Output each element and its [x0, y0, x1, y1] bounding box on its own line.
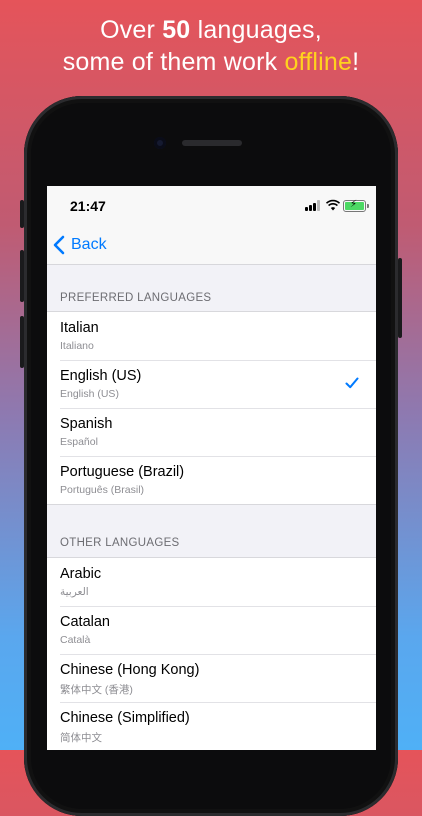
language-name: Italian	[60, 320, 99, 336]
language-name: Chinese (Simplified)	[60, 710, 190, 726]
language-row-chinese-simplified[interactable]: Chinese (Simplified) 简体中文	[47, 702, 376, 750]
language-name: Arabic	[60, 566, 102, 582]
language-row-chinese-hong-kong[interactable]: Chinese (Hong Kong) 繁体中文 (香港)	[47, 654, 376, 702]
language-name: Chinese (Hong Kong)	[60, 662, 200, 678]
wifi-icon	[326, 199, 340, 211]
status-time: 21:47	[70, 198, 106, 214]
language-row-portuguese-brazil[interactable]: Portuguese (Brazil) Português (Brasil)	[47, 456, 376, 504]
language-row-english-us[interactable]: English (US) English (US)	[47, 360, 376, 408]
phone-power-button	[398, 258, 402, 338]
back-label: Back	[71, 236, 107, 253]
phone-volume-up-button	[20, 250, 24, 302]
language-row-spanish[interactable]: Spanish Español	[47, 408, 376, 456]
phone-side-button	[20, 200, 24, 228]
language-name: Portuguese (Brazil)	[60, 464, 185, 480]
language-native-name: Português (Brasil)	[60, 484, 145, 496]
phone-speaker	[182, 140, 242, 146]
other-languages-list: Arabic العربية Catalan Català Chinese (H…	[47, 557, 376, 750]
other-languages-header: OTHER LANGUAGES	[60, 537, 180, 549]
cellular-signal-icon	[305, 200, 323, 211]
language-native-name: English (US)	[60, 388, 119, 400]
preferred-languages-list: Italian Italiano English (US) English (U…	[47, 311, 376, 505]
status-bar: 21:47 ⚡	[47, 186, 376, 226]
language-row-italian[interactable]: Italian Italiano	[47, 312, 376, 360]
language-row-catalan[interactable]: Catalan Català	[47, 606, 376, 654]
promo-headline: Over 50 languages, some of them work off…	[0, 14, 422, 78]
language-native-name: العربية	[60, 586, 89, 598]
offline-highlight: offline	[284, 48, 353, 76]
phone-volume-down-button	[20, 316, 24, 368]
chevron-left-icon	[53, 235, 65, 255]
language-native-name: 简体中文	[60, 732, 102, 744]
language-row-arabic[interactable]: Arabic العربية	[47, 558, 376, 606]
language-name: English (US)	[60, 368, 142, 384]
nav-bar: Back	[47, 226, 376, 265]
promo-line-1: Over 50 languages,	[100, 16, 322, 44]
language-native-name: 繁体中文 (香港)	[60, 684, 133, 696]
checkmark-icon	[345, 377, 359, 389]
promo-line-2: some of them work offline!	[62, 48, 360, 76]
language-native-name: Català	[60, 634, 91, 646]
phone-camera	[154, 137, 166, 149]
phone-screen: 21:47 ⚡ Back PREFERRED LANGUAGES Italian…	[47, 186, 376, 750]
preferred-languages-header: PREFERRED LANGUAGES	[60, 292, 212, 304]
battery-charging-icon: ⚡	[343, 200, 369, 212]
language-name: Catalan	[60, 614, 110, 630]
language-native-name: Español	[60, 436, 98, 448]
language-native-name: Italiano	[60, 340, 94, 352]
language-name: Spanish	[60, 416, 113, 432]
back-button[interactable]: Back	[53, 232, 107, 258]
